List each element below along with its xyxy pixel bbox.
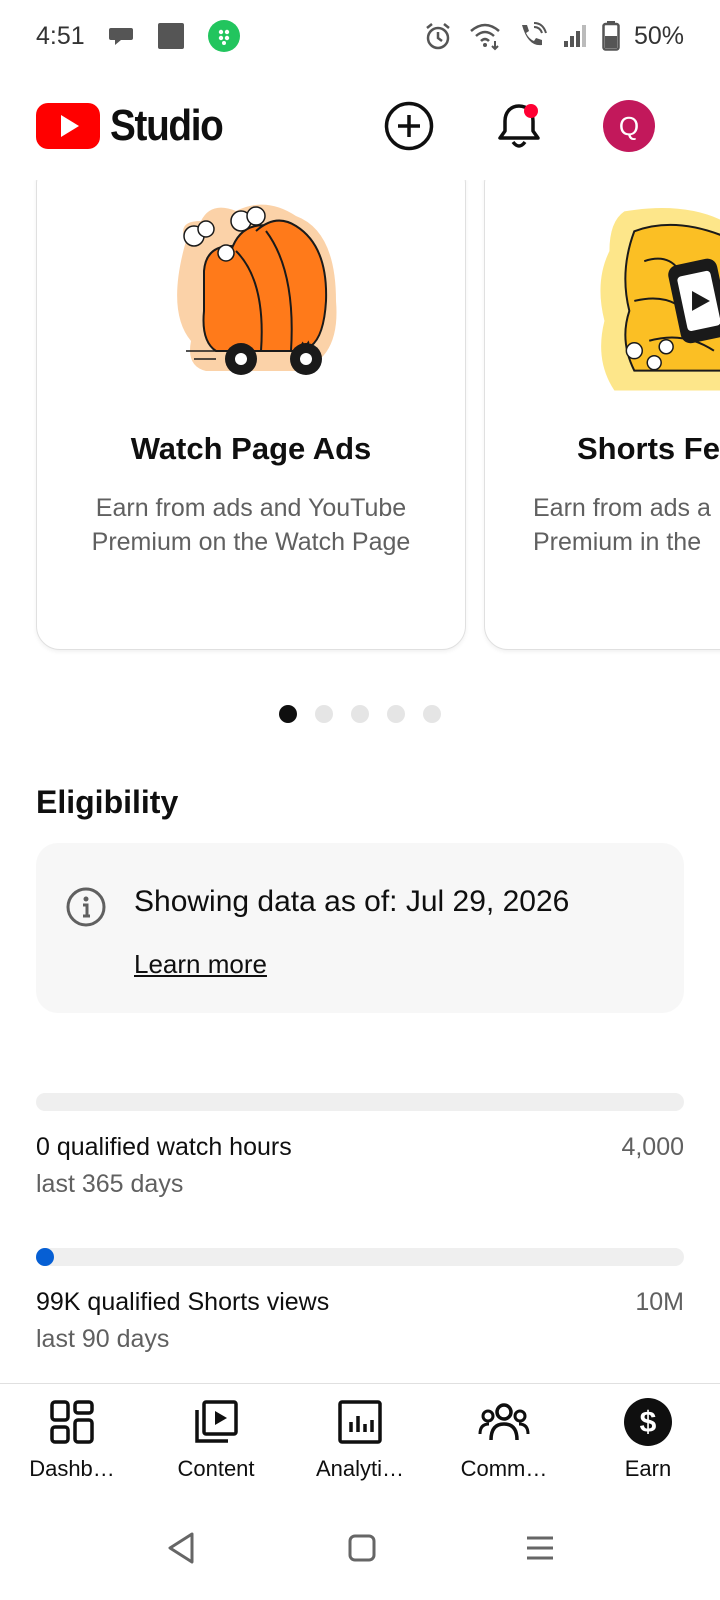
- plus-circle-icon: [384, 101, 434, 151]
- nav-item-community[interactable]: Comm…: [432, 1384, 576, 1493]
- app-bar: Studio Q: [0, 90, 720, 162]
- earn-icon: $: [622, 1396, 674, 1448]
- watch-hours-metric: 0 qualified watch hours 4,000 last 365 d…: [36, 1093, 684, 1199]
- svg-text:$: $: [640, 1406, 657, 1439]
- progress-fill: [36, 1248, 54, 1266]
- community-icon: [478, 1396, 530, 1448]
- nav-item-earn[interactable]: $ Earn: [576, 1384, 720, 1493]
- page-dot-active[interactable]: [279, 705, 297, 723]
- youtube-studio-logo[interactable]: Studio: [36, 101, 238, 151]
- card-title: Shorts Fe: [577, 431, 720, 466]
- account-button[interactable]: Q: [574, 90, 684, 162]
- back-icon[interactable]: [164, 1530, 200, 1571]
- yellow-shorts-illustration: [485, 191, 720, 391]
- alarm-icon: [422, 20, 454, 52]
- nav-item-analytics[interactable]: Analyti…: [288, 1384, 432, 1493]
- nav-label: Dashb…: [29, 1456, 115, 1481]
- metric-target: 10M: [635, 1288, 684, 1316]
- shorts-views-metric: 99K qualified Shorts views 10M last 90 d…: [36, 1248, 684, 1354]
- wifi-calling-icon: [516, 21, 548, 51]
- card-description: Earn from ads a Premium in the: [533, 494, 711, 556]
- carousel-card-watch-page-ads[interactable]: Watch Page Ads Earn from ads and YouTube…: [36, 180, 466, 650]
- bell-icon: [498, 104, 540, 148]
- page-dot[interactable]: [351, 705, 369, 723]
- battery-percent: 50%: [633, 21, 684, 50]
- logo-text: Studio: [110, 101, 224, 150]
- card-description: Earn from ads and YouTube Premium on the…: [91, 494, 411, 556]
- chat-bubble-icon: [107, 22, 135, 50]
- nav-item-dashboard[interactable]: Dashb…: [0, 1384, 144, 1493]
- card-title: Watch Page Ads: [130, 431, 372, 466]
- page-dot[interactable]: [315, 705, 333, 723]
- clock: 4:51: [36, 21, 85, 50]
- content-icon: [190, 1396, 242, 1448]
- metric-target: 4,000: [621, 1133, 684, 1161]
- avatar: Q: [603, 100, 655, 152]
- nav-label: Analyti…: [315, 1456, 405, 1481]
- bottom-navigation: Dashb… Content Analyti… Comm… $ Earn: [0, 1383, 720, 1493]
- green-app-icon: [207, 19, 241, 53]
- shorts-views-progress-bar: [36, 1248, 684, 1266]
- learn-more-link[interactable]: Learn more: [134, 949, 267, 980]
- metric-label: 0 qualified watch hours: [36, 1133, 292, 1161]
- page-dot[interactable]: [387, 705, 405, 723]
- square-app-icon: [157, 22, 185, 50]
- system-navigation: [0, 1510, 720, 1590]
- wifi-icon: [468, 21, 502, 51]
- eligibility-info-box: Showing data as of: Jul 29, 2026 Learn m…: [36, 843, 684, 1013]
- status-bar: 4:51 50%: [0, 0, 720, 72]
- info-icon: [66, 887, 106, 927]
- nav-label: Content: [177, 1456, 255, 1481]
- create-button[interactable]: [354, 90, 464, 162]
- metric-label: 99K qualified Shorts views: [36, 1288, 330, 1316]
- home-icon[interactable]: [347, 1533, 377, 1568]
- metric-period: last 365 days: [36, 1170, 184, 1198]
- nav-label: Comm…: [460, 1456, 548, 1481]
- metric-period: last 90 days: [36, 1325, 170, 1353]
- analytics-icon: [334, 1396, 386, 1448]
- carousel-card-shorts-feed[interactable]: Shorts Fe Earn from ads a Premium in the: [484, 180, 720, 650]
- battery-icon: [602, 21, 620, 51]
- nav-label: Earn: [624, 1456, 672, 1481]
- page-dot[interactable]: [423, 705, 441, 723]
- carousel-page-indicator: [0, 705, 720, 723]
- youtube-logo-icon: [36, 103, 100, 149]
- monetization-carousel[interactable]: Watch Page Ads Earn from ads and YouTube…: [0, 180, 720, 680]
- data-as-of-text: Showing data as of: Jul 29, 2026: [134, 885, 570, 918]
- watch-hours-progress-bar: [36, 1093, 684, 1111]
- nav-item-content[interactable]: Content: [144, 1384, 288, 1493]
- recents-icon[interactable]: [524, 1532, 556, 1569]
- notifications-button[interactable]: [464, 90, 574, 162]
- eligibility-title: Eligibility: [36, 784, 179, 820]
- dashboard-icon: [46, 1396, 98, 1448]
- orange-cart-illustration: [37, 191, 465, 391]
- signal-icon: [562, 23, 588, 49]
